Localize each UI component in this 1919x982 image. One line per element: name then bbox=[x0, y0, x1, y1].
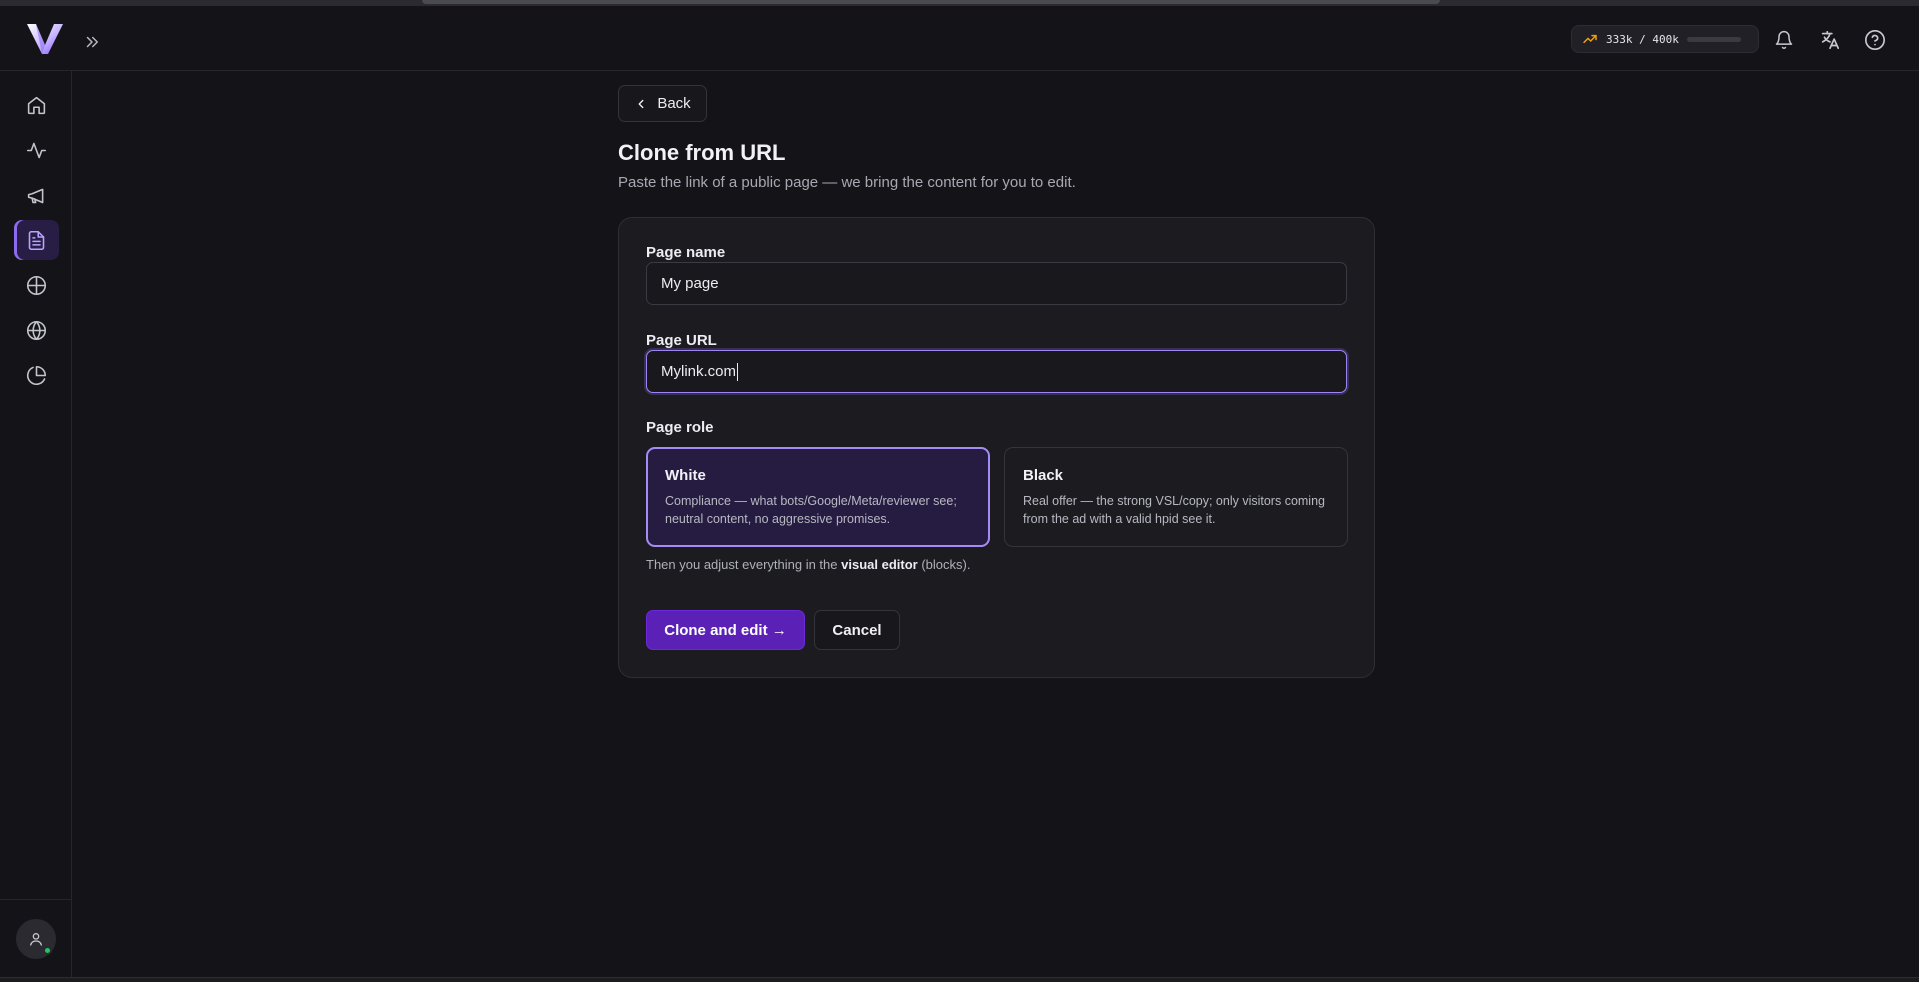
page-name-value: My page bbox=[661, 275, 719, 292]
cancel-button[interactable]: Cancel bbox=[814, 610, 900, 650]
page-url-input[interactable]: Mylink.com bbox=[646, 350, 1347, 393]
sidebar-item-campaigns[interactable] bbox=[14, 175, 59, 215]
sidebar-divider bbox=[0, 899, 71, 900]
help-icon[interactable] bbox=[1862, 27, 1888, 53]
sidebar-item-pages[interactable] bbox=[14, 220, 59, 260]
clone-and-edit-button[interactable]: Clone and edit → bbox=[646, 610, 805, 650]
app-logo[interactable] bbox=[26, 21, 64, 55]
hint-prefix: Then you adjust everything in the bbox=[646, 557, 838, 572]
usage-text: 333k / 400k bbox=[1606, 32, 1679, 46]
crosshair-icon bbox=[26, 275, 47, 296]
home-icon bbox=[26, 95, 47, 116]
bottom-edge bbox=[0, 977, 1919, 982]
role-title: White bbox=[665, 467, 706, 484]
megaphone-icon bbox=[26, 185, 47, 206]
clone-form-card: Page name My page Page URL Mylink.com Pa… bbox=[618, 217, 1375, 678]
role-option-black[interactable]: Black Real offer — the strong VSL/copy; … bbox=[1004, 447, 1348, 547]
pie-chart-icon bbox=[26, 365, 47, 386]
activity-icon bbox=[26, 140, 47, 161]
user-icon bbox=[28, 931, 44, 947]
scroll-thumb[interactable] bbox=[422, 0, 1440, 4]
text-caret bbox=[737, 362, 739, 381]
globe-icon bbox=[26, 320, 47, 341]
trending-up-icon bbox=[1582, 31, 1598, 47]
page-role-label: Page role bbox=[646, 419, 714, 436]
hint-suffix: (blocks). bbox=[921, 557, 971, 572]
sidebar-item-targeting[interactable] bbox=[14, 265, 59, 305]
usage-meter[interactable]: 333k / 400k bbox=[1571, 25, 1759, 53]
editor-hint: Then you adjust everything in the visual… bbox=[646, 557, 970, 572]
top-bar: 333k / 400k bbox=[0, 6, 1919, 71]
translate-icon[interactable] bbox=[1817, 27, 1843, 53]
page-name-label: Page name bbox=[646, 244, 726, 261]
page-url-value: Mylink.com bbox=[661, 363, 737, 380]
role-description: Real offer — the strong VSL/copy; only v… bbox=[1023, 494, 1325, 526]
usage-progress-bar bbox=[1686, 36, 1741, 42]
sidebar-item-reports[interactable] bbox=[14, 355, 59, 395]
user-avatar[interactable] bbox=[16, 919, 56, 959]
back-label: Back bbox=[657, 95, 691, 112]
bell-icon[interactable] bbox=[1771, 27, 1797, 53]
sidebar-item-activity[interactable] bbox=[14, 130, 59, 170]
page-title: Clone from URL bbox=[618, 140, 786, 165]
page-subtitle: Paste the link of a public page — we bri… bbox=[618, 174, 1076, 191]
expand-sidebar-icon[interactable] bbox=[80, 30, 104, 54]
chevron-left-icon bbox=[634, 97, 648, 111]
sidebar-item-domains[interactable] bbox=[14, 310, 59, 350]
page-name-input[interactable]: My page bbox=[646, 262, 1347, 305]
role-title: Black bbox=[1023, 467, 1064, 484]
page-url-label: Page URL bbox=[646, 332, 717, 349]
sidebar-item-home[interactable] bbox=[14, 85, 59, 125]
sidebar bbox=[0, 71, 72, 977]
back-button[interactable]: Back bbox=[618, 85, 707, 122]
hint-bold: visual editor bbox=[841, 557, 918, 572]
role-description: Compliance — what bots/Google/Meta/revie… bbox=[665, 494, 957, 526]
role-option-white[interactable]: White Compliance — what bots/Google/Meta… bbox=[646, 447, 990, 547]
file-text-icon bbox=[26, 230, 47, 251]
online-status-dot bbox=[43, 946, 52, 955]
